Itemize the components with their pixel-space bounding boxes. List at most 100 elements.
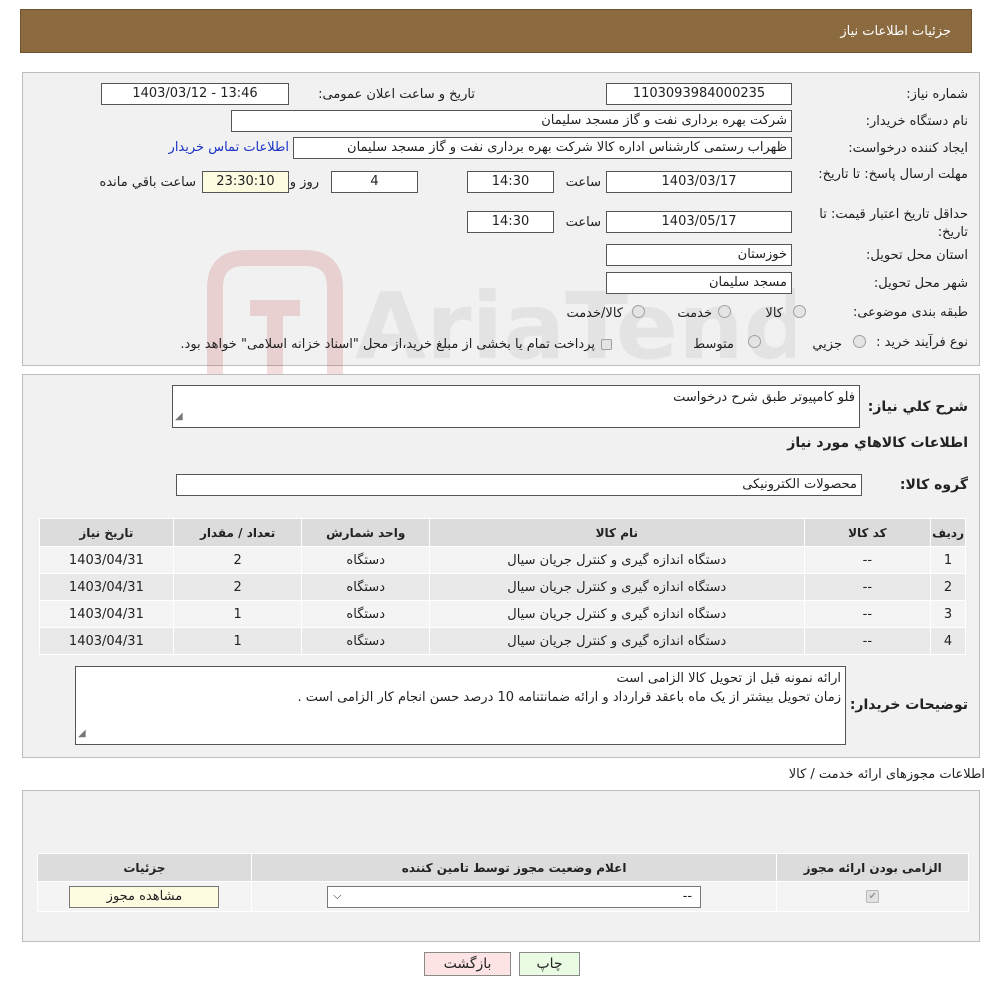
goods-group-label: گروه کالا: (899, 477, 968, 493)
category-both-radio[interactable] (632, 305, 645, 318)
buyer-notes-textarea[interactable]: ارائه نمونه قبل از تحویل کالا الزامی است… (75, 666, 846, 745)
permits-table: الزامی بودن ارائه مجوز اعلام وضعیت مجوز … (37, 853, 969, 912)
permit-status-select[interactable]: ⌵ -- (327, 885, 702, 908)
creator-field: ظهراب رستمی کارشناس اداره کالا شرکت بهره… (293, 137, 792, 159)
city-field: مسجد سلیمان (606, 272, 792, 294)
validity-date-field: 1403/05/17 (606, 211, 792, 233)
col-qty-header: تعداد / مقدار (172, 518, 303, 547)
cell-qty: 1 (172, 600, 303, 628)
process-medium-radio[interactable] (748, 335, 761, 348)
page-title: جزئیات اطلاعات نیاز (840, 24, 951, 39)
cell-unit: دستگاه (301, 627, 431, 655)
category-label: طبقه بندی موضوعی: (852, 305, 968, 320)
cell-name: دستگاه اندازه گیری و کنترل جریان سیال (429, 600, 805, 628)
table-row: ✔ ⌵ -- مشاهده مجوز (37, 881, 969, 912)
col-code-header: کد کالا (803, 518, 932, 547)
cell-code: -- (803, 627, 932, 655)
goods-section-title: اطلاعات کالاهاي مورد نياز (787, 435, 968, 451)
permits-table-header: الزامی بودن ارائه مجوز اعلام وضعیت مجوز … (37, 853, 969, 882)
cell-name: دستگاه اندازه گیری و کنترل جریان سیال (429, 546, 805, 574)
col-row-header: رديف (930, 518, 966, 547)
cell-code: -- (803, 600, 932, 628)
resize-grip-icon[interactable]: ◢ (78, 724, 86, 743)
back-button[interactable]: بازگشت (424, 952, 511, 976)
permit-status-value: -- (682, 888, 693, 904)
col-unit-header: واحد شمارش (301, 518, 431, 547)
province-label: استان محل تحویل: (866, 248, 968, 263)
description-label: شرح کلي نياز: (867, 399, 968, 415)
goods-table-header: رديف کد کالا نام کالا واحد شمارش تعداد /… (39, 518, 966, 547)
announce-datetime-field: 1403/03/12 - 13:46 (101, 83, 289, 105)
buyer-notes-line-2: زمان تحویل بیشتر از یک ماه باعقد قرارداد… (297, 690, 841, 705)
cell-unit: دستگاه (301, 600, 431, 628)
province-field: خوزستان (606, 244, 792, 266)
cell-row: 1 (930, 546, 966, 574)
resize-grip-icon[interactable]: ◢ (175, 407, 183, 426)
process-note: پرداخت تمام یا بخشی از مبلغ خرید،از محل … (180, 337, 595, 352)
category-service-label: خدمت (677, 306, 712, 321)
goods-group-field: محصولات الکترونیکی (176, 474, 862, 496)
col-name-header: نام کالا (429, 518, 805, 547)
buyer-org-field: شرکت بهره برداری نفت و گاز مسجد سلیمان (231, 110, 792, 132)
category-goods-radio[interactable] (793, 305, 806, 318)
permits-title: اطلاعات مجوزهای ارائه خدمت / کالا (788, 767, 985, 782)
buyer-notes-label: توضیحات خریدار: (849, 697, 968, 713)
cell-date: 1403/04/31 (39, 546, 174, 574)
buyer-contact-link[interactable]: اطلاعات تماس خریدار (169, 140, 289, 155)
chevron-down-icon: ⌵ (333, 888, 342, 902)
table-row: 2 -- دستگاه اندازه گیری و کنترل جریان سی… (39, 573, 966, 601)
permit-required-cell: ✔ (776, 881, 969, 912)
category-service-radio[interactable] (718, 305, 731, 318)
cell-qty: 2 (172, 573, 303, 601)
process-label: نوع فرآیند خرید : (876, 335, 968, 350)
view-permit-button[interactable]: مشاهده مجوز (69, 885, 220, 908)
days-count-field: 4 (331, 171, 418, 193)
table-row: 3 -- دستگاه اندازه گیری و کنترل جریان سی… (39, 600, 966, 628)
remaining-label: ساعت باقي مانده (99, 175, 196, 190)
cell-row: 3 (930, 600, 966, 628)
permit-status-cell: ⌵ -- (250, 881, 778, 912)
cell-date: 1403/04/31 (39, 573, 174, 601)
buyer-notes-line-1: ارائه نمونه قبل از تحویل کالا الزامی است (616, 671, 841, 686)
category-both-label: کالا/خدمت (566, 306, 623, 321)
print-button[interactable]: چاپ (519, 952, 580, 976)
cell-name: دستگاه اندازه گیری و کنترل جریان سیال (429, 627, 805, 655)
cell-code: -- (803, 573, 932, 601)
description-text: فلو کامپیوتر طبق شرح درخواست (673, 390, 855, 405)
cell-qty: 2 (172, 546, 303, 574)
cell-row: 2 (930, 573, 966, 601)
deadline-date-field: 1403/03/17 (606, 171, 792, 193)
payment-checkbox[interactable] (601, 339, 612, 350)
category-goods-label: کالا (765, 306, 783, 321)
deadline-time-field: 14:30 (467, 171, 554, 193)
cell-unit: دستگاه (301, 546, 431, 574)
permit-details-cell: مشاهده مجوز (37, 881, 252, 912)
description-textarea[interactable]: فلو کامپیوتر طبق شرح درخواست ◢ (172, 385, 860, 428)
cell-date: 1403/04/31 (39, 600, 174, 628)
table-row: 1 -- دستگاه اندازه گیری و کنترل جریان سی… (39, 546, 966, 574)
cell-name: دستگاه اندازه گیری و کنترل جریان سیال (429, 573, 805, 601)
deadline-label: مهلت ارسال پاسخ: تا تاریخ: (818, 167, 968, 182)
remaining-time-field: 23:30:10 (202, 171, 289, 193)
process-minor-label: جزيي (812, 337, 842, 352)
table-row: 4 -- دستگاه اندازه گیری و کنترل جریان سی… (39, 627, 966, 655)
buyer-org-label: نام دستگاه خریدار: (865, 114, 968, 129)
cell-date: 1403/04/31 (39, 627, 174, 655)
need-number-label: شماره نیاز: (906, 87, 968, 102)
validity-label: حداقل تاریخ اعتبار قیمت: تا تاریخ: (819, 207, 968, 240)
permit-required-checkbox[interactable]: ✔ (866, 890, 880, 903)
validity-time-label: ساعت (565, 215, 601, 230)
validity-time-field: 14:30 (467, 211, 554, 233)
col-date-header: تاریخ نیاز (39, 518, 174, 547)
days-label: روز و (289, 175, 319, 190)
city-label: شهر محل تحویل: (873, 276, 968, 291)
page-header: جزئیات اطلاعات نیاز (20, 9, 972, 53)
process-medium-label: متوسط (693, 337, 734, 352)
deadline-time-label: ساعت (565, 175, 601, 190)
permit-required-header: الزامی بودن ارائه مجوز (776, 853, 969, 882)
cell-qty: 1 (172, 627, 303, 655)
cell-unit: دستگاه (301, 573, 431, 601)
goods-table: رديف کد کالا نام کالا واحد شمارش تعداد /… (39, 518, 966, 655)
permit-status-header: اعلام وضعیت مجوز توسط تامین کننده (250, 853, 778, 882)
process-minor-radio[interactable] (853, 335, 866, 348)
